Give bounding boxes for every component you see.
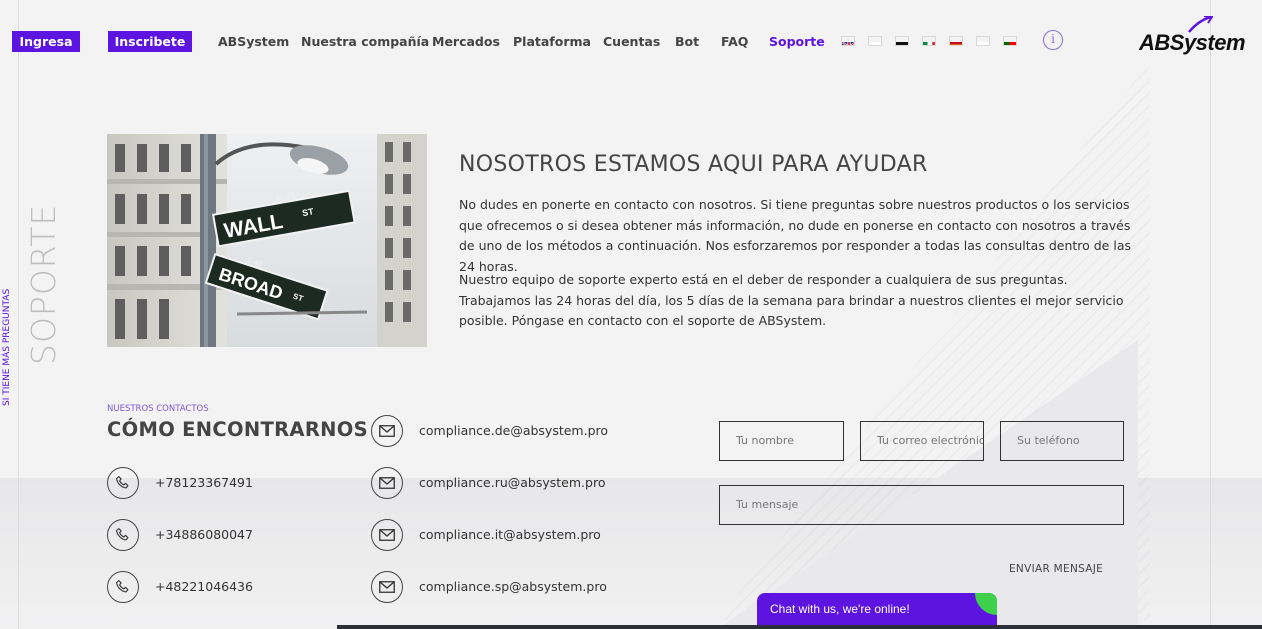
sign-wall-suffix: ST — [301, 206, 315, 218]
signup-button[interactable]: Inscribete — [108, 31, 192, 52]
online-indicator-icon — [975, 593, 997, 615]
phone-icon — [107, 467, 139, 499]
nav-item-absystem[interactable]: ABSystem — [218, 34, 289, 49]
phone-link[interactable]: +78123367491 — [155, 475, 253, 490]
chat-widget-button[interactable]: Chat with us, we're online! — [757, 593, 997, 629]
email-link[interactable]: compliance.sp@absystem.pro — [419, 579, 607, 594]
email-link[interactable]: compliance.ru@absystem.pro — [419, 475, 605, 490]
nav-item-accounts[interactable]: Cuentas — [603, 34, 660, 49]
frame-line-left — [18, 0, 19, 629]
side-subtitle: SI TIENE MÁS PREGUNTAS — [2, 288, 12, 406]
login-button[interactable]: Ingresa — [12, 31, 80, 52]
envelope-icon — [371, 467, 403, 499]
side-page-title: SOPORTE — [24, 203, 63, 365]
contacts-eyebrow: NUESTROS CONTACTOS — [107, 404, 209, 414]
intro-paragraph-1: No dudes en ponerte en contacto con noso… — [459, 197, 1131, 274]
send-message-button[interactable]: ENVIAR MENSAJE — [1009, 563, 1103, 575]
flag-pl-icon[interactable] — [976, 36, 990, 46]
nav-item-platform[interactable]: Plataforma — [513, 34, 591, 49]
envelope-icon — [371, 415, 403, 447]
frame-line-right — [1210, 0, 1211, 629]
name-field[interactable]: Tu nombre — [719, 421, 844, 461]
envelope-icon — [371, 571, 403, 603]
nav-item-faq[interactable]: FAQ — [721, 34, 748, 49]
flag-uk-icon[interactable] — [841, 36, 855, 46]
phone-icon — [107, 519, 139, 551]
phone-link[interactable]: +48221046436 — [155, 579, 253, 594]
contacts-title: CÓMO ENCONTRARNOS — [107, 418, 368, 441]
nav-item-markets[interactable]: Mercados — [432, 34, 500, 49]
info-icon[interactable]: i — [1043, 30, 1063, 50]
flag-ru-icon[interactable] — [868, 36, 882, 46]
logo-text: ABSystem — [1139, 30, 1246, 55]
flag-de-icon[interactable] — [895, 36, 909, 46]
phone-icon — [107, 571, 139, 603]
phone-field[interactable]: Su teléfono — [1000, 421, 1124, 461]
envelope-icon — [371, 519, 403, 551]
email-field[interactable]: Tu correo electrónico — [860, 421, 984, 461]
nav-item-company[interactable]: Nuestra compañía — [301, 34, 429, 49]
nav-item-bot[interactable]: Bot — [675, 34, 699, 49]
flag-it-icon[interactable] — [922, 36, 936, 46]
bottom-bar — [337, 625, 1262, 629]
nav-item-support[interactable]: Soporte — [769, 34, 825, 49]
message-field[interactable]: Tu mensaje — [719, 485, 1124, 525]
intro-paragraph-2: Nuestro equipo de soporte experto está e… — [459, 272, 1124, 328]
intro-title: NOSOTROS ESTAMOS AQUI PARA AYUDAR — [459, 152, 928, 177]
absystem-logo[interactable]: ABSystem — [1139, 16, 1259, 56]
site-header: Ingresa Inscribete ABSystem Nuestra comp… — [0, 0, 1262, 80]
flag-pt-icon[interactable] — [1003, 36, 1017, 46]
wall-street-photo: 11-21 WALL ST 2-49 BROAD ST — [107, 134, 427, 347]
chat-label: Chat with us, we're online! — [770, 602, 910, 616]
phone-link[interactable]: +34886080047 — [155, 527, 253, 542]
email-link[interactable]: compliance.de@absystem.pro — [419, 423, 608, 438]
email-link[interactable]: compliance.it@absystem.pro — [419, 527, 601, 542]
flag-es-icon[interactable] — [949, 36, 963, 46]
